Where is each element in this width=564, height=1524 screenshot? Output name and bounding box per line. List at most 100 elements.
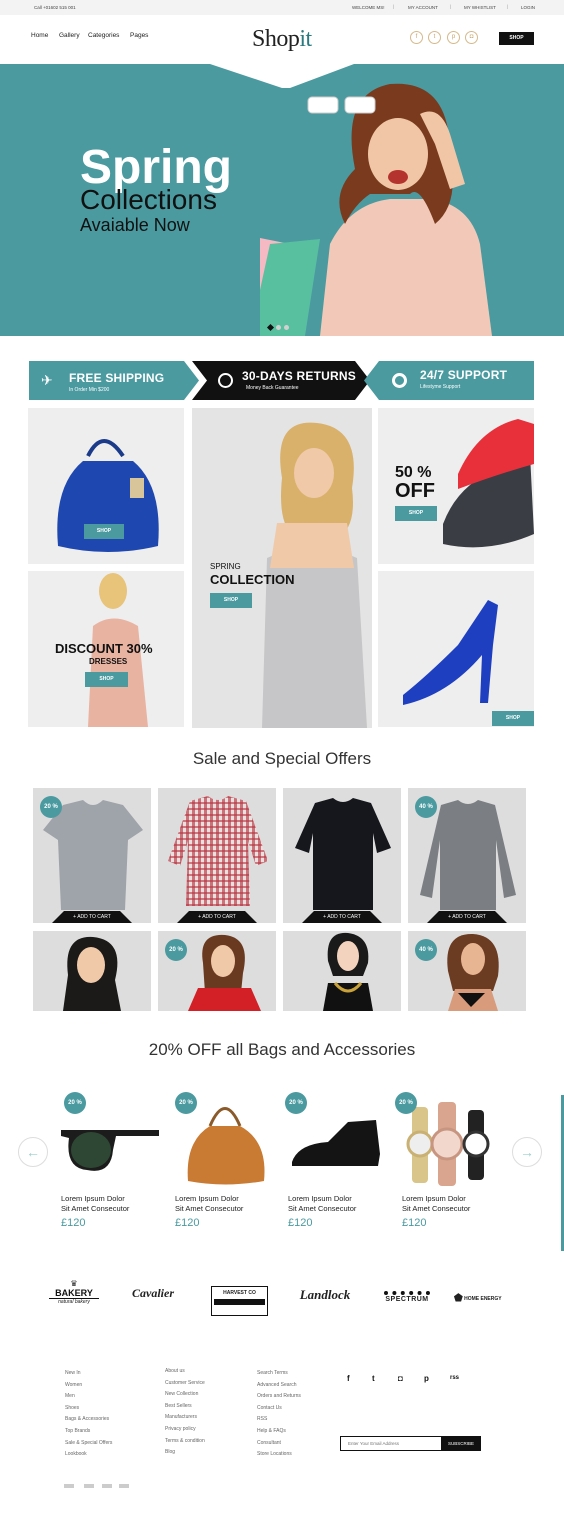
slider-dot[interactable] [276, 325, 281, 330]
product-price: £120 [402, 1217, 427, 1229]
shoe-image [292, 1120, 380, 1166]
subscribe-button[interactable]: SUBSCRIBE [441, 1437, 481, 1450]
footer-link[interactable]: Shoes [65, 1403, 112, 1415]
footer-link[interactable]: Search Terms [257, 1368, 301, 1380]
carousel-item[interactable]: 20 % Lorem Ipsum Dolor Sit Amet Consecuto… [285, 1088, 388, 1238]
carousel-item[interactable]: 20 % Lorem Ipsum Dolor Sit Amet Consecuto… [175, 1088, 275, 1238]
footer-link[interactable]: Blog [165, 1447, 205, 1459]
footer-link[interactable]: New In [65, 1368, 112, 1380]
footer-link[interactable]: Consultant [257, 1438, 301, 1450]
carousel-next-button[interactable]: → [512, 1137, 542, 1167]
footer-link[interactable]: Advanced Search [257, 1380, 301, 1392]
footer-link[interactable]: Sale & Special Offers [65, 1438, 112, 1450]
wishlist-link[interactable]: MY WHISTLIST [464, 5, 496, 10]
pinterest-icon[interactable]: p [447, 31, 460, 44]
welcome-link[interactable]: WELCOME MS! [352, 5, 385, 10]
brand-logo-cavalier[interactable]: Cavalier [128, 1286, 178, 1301]
rss-icon[interactable]: rss [450, 1375, 459, 1381]
discount-badge: 40 % [415, 939, 437, 961]
carousel-item[interactable]: 20 % Lorem Ipsum Dolor Sit Amet Consecuto… [395, 1088, 502, 1238]
promo-spring-line1: SPRING [210, 562, 241, 571]
product-price: £120 [175, 1217, 200, 1229]
footer-link[interactable]: New Collection [165, 1389, 205, 1401]
footer-link[interactable]: Lookbook [65, 1449, 112, 1461]
product-card[interactable]: 20 % + ADD TO CART [33, 788, 151, 923]
nav-home[interactable]: Home [31, 32, 48, 39]
carousel-item[interactable]: 20 % Lorem Ipsum Dolor Sit Amet Consecuto… [61, 1088, 161, 1238]
facebook-icon[interactable]: f [410, 31, 423, 44]
footer-link[interactable]: Privacy policy [165, 1424, 205, 1436]
discount-badge: 20 % [40, 796, 62, 818]
promo-dresses-shop-button[interactable]: SHOP [85, 672, 128, 687]
footer-link[interactable]: Store Locations [257, 1449, 301, 1461]
brand-logo-home-energy[interactable]: ⬟ HOME ENERGY [454, 1293, 502, 1304]
footer-link[interactable]: Manufacturers [165, 1412, 205, 1424]
instagram-icon[interactable]: ◘ [465, 31, 478, 44]
footer-link[interactable]: Help & FAQs [257, 1426, 301, 1438]
promo-dresses-line2: DRESSES [89, 657, 128, 666]
add-to-cart-button[interactable]: + ADD TO CART [177, 911, 257, 923]
promo-shoes-shop-button[interactable]: SHOP [395, 506, 437, 521]
footer-link[interactable]: Customer Service [165, 1378, 205, 1390]
product-card[interactable] [33, 931, 151, 1011]
product-card[interactable]: 40 % + ADD TO CART [408, 788, 526, 923]
discount-badge: 20 % [64, 1092, 86, 1114]
amex-icon [102, 1484, 112, 1488]
brand-logo-harvest[interactable]: HARVEST CO [211, 1286, 268, 1316]
product-card[interactable]: 20 % [158, 931, 276, 1011]
product-card[interactable]: + ADD TO CART [158, 788, 276, 923]
nav-gallery[interactable]: Gallery [59, 32, 80, 39]
promo-bag-shop-button[interactable]: SHOP [84, 524, 124, 539]
login-link[interactable]: LOGIN [521, 5, 535, 10]
pinterest-icon[interactable]: p [424, 1374, 429, 1383]
mastercard-icon [84, 1484, 94, 1488]
footer-col-shop: New In Women Men Shoes Bags & Accessorie… [65, 1368, 112, 1461]
twitter-icon[interactable]: t [372, 1374, 375, 1383]
carousel-prev-button[interactable]: ← [18, 1137, 48, 1167]
my-account-link[interactable]: MY ACCOUNT [408, 5, 438, 10]
email-input[interactable] [341, 1437, 441, 1450]
nav-categories[interactable]: Categories [88, 32, 119, 39]
footer-link[interactable]: Orders and Returns [257, 1391, 301, 1403]
footer-link[interactable]: Contact Us [257, 1403, 301, 1415]
facebook-icon[interactable]: f [347, 1374, 350, 1383]
model-image [188, 934, 261, 1011]
twitter-icon[interactable]: t [428, 31, 441, 44]
footer-link[interactable]: Top Brands [65, 1426, 112, 1438]
instagram-icon[interactable]: ◘ [398, 1374, 403, 1383]
product-card[interactable] [283, 931, 401, 1011]
logo-accent: it [299, 26, 312, 52]
brand-logo-spectrum[interactable]: SPECTRUM [384, 1291, 430, 1303]
brand-logo-landlock[interactable]: Landlock [296, 1287, 354, 1303]
feature-shipping: ✈ FREE SHIPPING In Order Min $200 [29, 361, 199, 400]
footer-link[interactable]: Women [65, 1380, 112, 1392]
product-card[interactable]: + ADD TO CART [283, 788, 401, 923]
nav-pages[interactable]: Pages [130, 32, 148, 39]
brand-logo-bakery[interactable]: ♛ BAKERY natural bakery [49, 1279, 99, 1317]
discount-badge: 20 % [175, 1092, 197, 1114]
add-to-cart-button[interactable]: + ADD TO CART [52, 911, 132, 923]
slider-dot[interactable] [284, 325, 289, 330]
add-to-cart-button[interactable]: + ADD TO CART [302, 911, 382, 923]
longsleeve-image [420, 800, 516, 910]
feature-sub: Money Back Guarantee [246, 385, 299, 391]
divider: | [393, 4, 395, 9]
slider-dot[interactable] [266, 323, 275, 332]
add-to-cart-button[interactable]: + ADD TO CART [427, 911, 507, 923]
feature-support: 24/7 SUPPORT Lifestyme Support [364, 361, 534, 400]
promo-heels-shop-button[interactable]: SHOP [492, 711, 534, 726]
footer-link[interactable]: About us [165, 1366, 205, 1378]
footer-link[interactable]: Bags & Accessories [65, 1414, 112, 1426]
product-card[interactable]: 40 % [408, 931, 526, 1011]
footer-link[interactable]: RSS [257, 1414, 301, 1426]
footer-link[interactable]: Men [65, 1391, 112, 1403]
hero-model-image [260, 83, 492, 336]
footer-link[interactable]: Best Sellers [165, 1401, 205, 1413]
header-shop-button[interactable]: SHOP [499, 32, 534, 45]
model-image [63, 936, 121, 1011]
footer-link[interactable]: Terms & condition [165, 1436, 205, 1448]
promo-spring-shop-button[interactable]: SHOP [210, 593, 252, 608]
logo[interactable]: Shopit [252, 26, 312, 53]
promo-bag: SHOP [28, 408, 184, 564]
divider: | [507, 4, 509, 9]
